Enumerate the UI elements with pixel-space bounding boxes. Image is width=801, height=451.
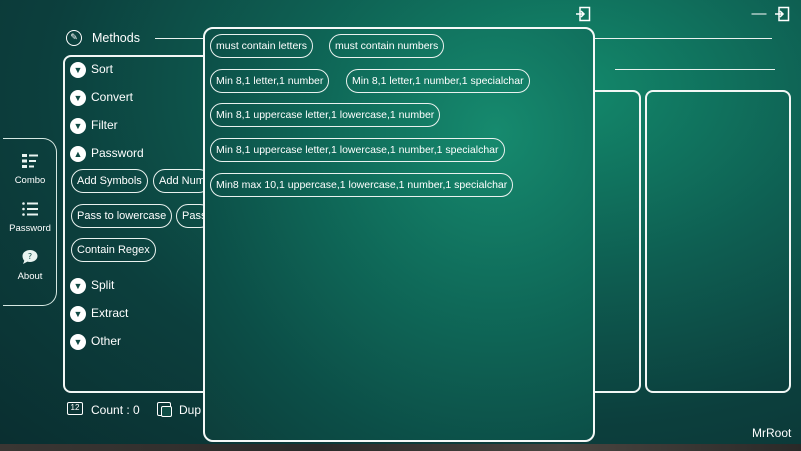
category-convert[interactable]: ▼ Convert <box>70 88 133 106</box>
exit-icon[interactable] <box>774 6 790 22</box>
input-panel[interactable] <box>590 90 641 393</box>
category-extract[interactable]: ▼ Extract <box>70 304 128 322</box>
pass-to-lowercase-button[interactable]: Pass to lowercase <box>71 204 173 228</box>
option-min8-upper-lower-number-special[interactable]: Min 8,1 uppercase letter,1 lowercase,1 n… <box>210 138 505 162</box>
category-split[interactable]: ▼ Split <box>70 276 114 294</box>
category-label: Password <box>91 146 144 160</box>
nav-item-about[interactable]: ? About <box>3 249 57 282</box>
popup-close-icon[interactable] <box>575 6 591 22</box>
methods-panel: ▼ Sort ▼ Convert ▼ Filter ▲ Password Add Sym… <box>63 55 213 393</box>
contain-regex-button[interactable]: Contain Regex <box>71 238 156 262</box>
duplicate-icon[interactable] <box>157 402 172 417</box>
category-label: Filter <box>91 118 118 132</box>
list-grid-icon <box>3 153 57 173</box>
option-min8-upper-lower-number[interactable]: Min 8,1 uppercase letter,1 lowercase,1 n… <box>210 103 441 127</box>
chevron-down-icon: ▼ <box>70 117 86 134</box>
chevron-down-icon: ▼ <box>70 305 86 322</box>
counter-icon: 12 <box>67 402 83 415</box>
option-min8-max10-upper-lower-number-special[interactable]: Min8 max 10,1 uppercase,1 lowercase,1 nu… <box>210 173 514 197</box>
category-sort[interactable]: ▼ Sort <box>70 60 113 78</box>
category-label: Convert <box>91 90 134 104</box>
chevron-down-icon: ▼ <box>70 333 86 350</box>
output-panel[interactable] <box>645 90 791 393</box>
count-label: Count : 0 <box>91 403 140 417</box>
nav-label: About <box>17 271 43 282</box>
nav-item-password[interactable]: Password <box>3 201 57 234</box>
add-symbols-button[interactable]: Add Symbols <box>71 169 148 193</box>
divider <box>615 69 775 70</box>
category-password[interactable]: ▲ Password <box>70 144 144 162</box>
chevron-down-icon: ▼ <box>70 89 86 106</box>
divider <box>155 38 207 39</box>
option-must-contain-numbers[interactable]: must contain numbers <box>329 34 445 58</box>
dup-label[interactable]: Dup <box>179 403 201 417</box>
svg-text:?: ? <box>28 252 32 261</box>
category-label: Other <box>91 334 122 348</box>
author-label: MrRoot <box>752 426 792 440</box>
password-rules-popup: must contain letters must contain number… <box>203 27 595 442</box>
wrench-icon: ✎ <box>66 30 82 46</box>
chevron-down-icon: ▼ <box>70 277 86 294</box>
category-other[interactable]: ▼ Other <box>70 332 121 350</box>
chevron-up-icon: ▲ <box>70 145 86 162</box>
nav-item-combo[interactable]: Combo <box>3 153 57 186</box>
minimize-icon[interactable]: — <box>751 6 767 22</box>
nav-rail: Combo Password ? About <box>3 138 57 306</box>
numbered-list-icon <box>3 201 57 221</box>
category-filter[interactable]: ▼ Filter <box>70 116 118 134</box>
divider <box>595 38 772 39</box>
option-must-contain-letters[interactable]: must contain letters <box>210 34 314 58</box>
nav-label: Combo <box>14 175 46 186</box>
nav-label: Password <box>9 223 51 234</box>
app-window: — Combo Password ? About ✎ Methods ▼ Sor… <box>0 0 801 451</box>
option-min8-letter-number[interactable]: Min 8,1 letter,1 number <box>210 69 330 93</box>
methods-title: Methods <box>92 31 140 45</box>
category-label: Extract <box>91 306 129 320</box>
category-label: Sort <box>91 62 114 76</box>
chat-bubble-icon: ? <box>3 249 57 269</box>
chevron-down-icon: ▼ <box>70 61 86 78</box>
option-min8-letter-number-special[interactable]: Min 8,1 letter,1 number,1 specialchar <box>346 69 530 93</box>
desktop-background <box>0 444 801 451</box>
category-label: Split <box>91 278 115 292</box>
